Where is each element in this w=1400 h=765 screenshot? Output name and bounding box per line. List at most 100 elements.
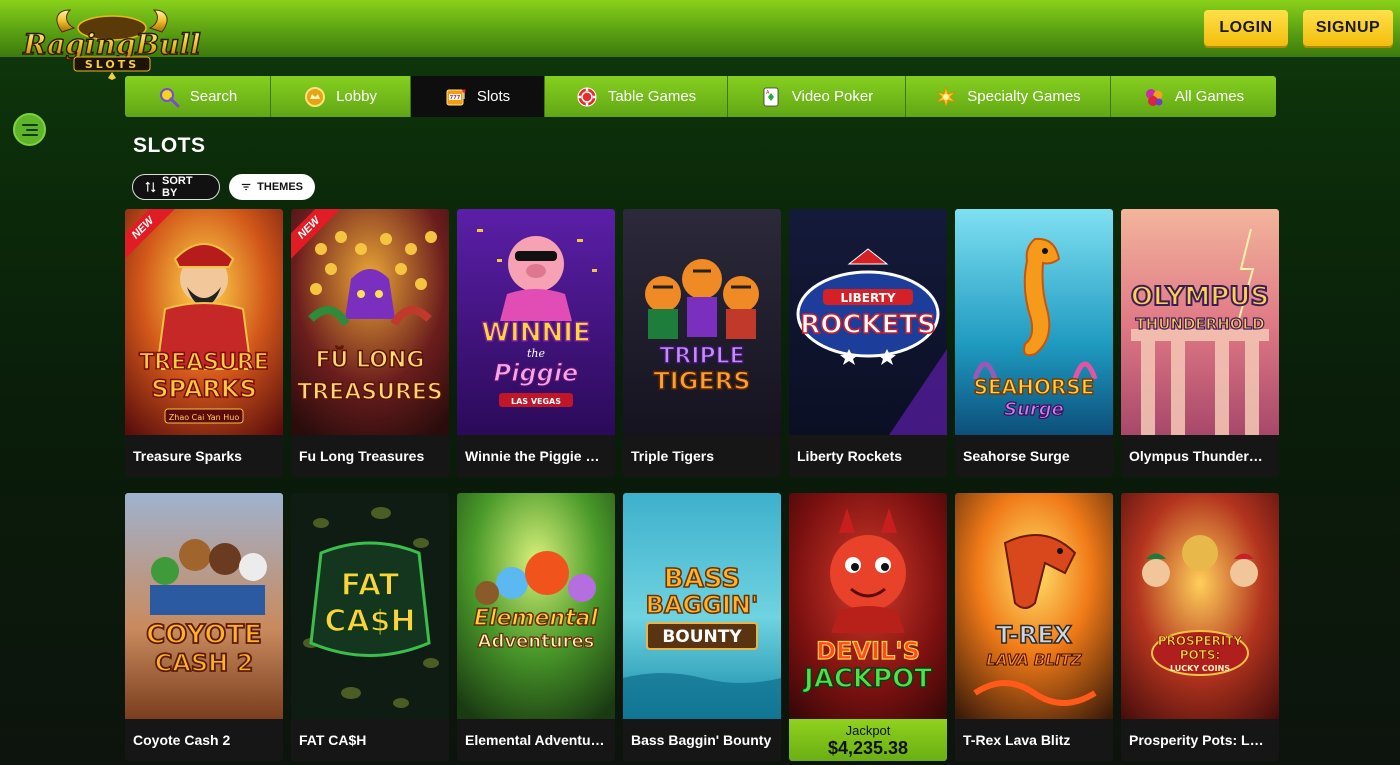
nav-item-all-games[interactable]: All Games: [1111, 76, 1276, 117]
svg-text:TRIPLE: TRIPLE: [659, 344, 744, 369]
svg-text:Surge: Surge: [1004, 399, 1064, 420]
svg-text:LUCKY COINS: LUCKY COINS: [1170, 664, 1230, 673]
side-menu-toggle[interactable]: [13, 113, 46, 146]
nav-label: Slots: [476, 88, 511, 105]
themes-filter-button[interactable]: THEMES: [229, 174, 315, 200]
game-card-coyote-cash-2[interactable]: COYOTE CASH 2 Coyote Cash 2: [125, 493, 283, 761]
nav-label: Specialty Games: [967, 88, 1081, 105]
game-title: Liberty Rockets: [789, 435, 947, 477]
menu-line-icon: [25, 128, 38, 131]
search-icon: [159, 87, 180, 107]
svg-text:BASS: BASS: [664, 564, 740, 594]
game-card-elemental-adventures[interactable]: Elemental Adventures Elemental Adventure…: [457, 493, 615, 761]
nav-item-video-poker[interactable]: A Video Poker: [728, 76, 906, 117]
nav-label: Search: [189, 88, 238, 105]
poker-chip-icon: [577, 87, 597, 106]
login-button[interactable]: LOGIN: [1204, 10, 1288, 46]
game-category-nav: Search Lobby 777 Slots Table Games A Vid…: [125, 76, 1276, 117]
game-card-olympus-thunderhold[interactable]: OLYMPUS THUNDERHOLD Olympus Thunderhold: [1121, 209, 1279, 477]
menu-line-icon: [21, 123, 38, 126]
svg-text:CASH 2: CASH 2: [155, 649, 254, 677]
game-card-triple-tigers[interactable]: TRIPLE TIGERS Triple Tigers: [623, 209, 781, 477]
game-thumbnail[interactable]: OLYMPUS THUNDERHOLD: [1121, 209, 1279, 435]
game-title: Seahorse Surge: [955, 435, 1113, 477]
game-title: T-Rex Lava Blitz: [955, 719, 1113, 761]
game-card-fu-long-treasures[interactable]: FŬ LONG TREASURES NEW Fu Long Treasures: [291, 209, 449, 477]
game-thumbnail[interactable]: WINNIE the Piggie LAS VEGAS: [457, 209, 615, 435]
nav-label: Video Poker: [791, 88, 874, 105]
svg-text:DEVIL'S: DEVIL'S: [816, 637, 920, 665]
nav-item-search[interactable]: Search: [125, 76, 271, 117]
game-title: Bass Baggin' Bounty: [623, 719, 781, 761]
signup-button[interactable]: SIGNUP: [1303, 10, 1393, 46]
game-thumbnail[interactable]: T-REX LAVA BLITZ: [955, 493, 1113, 719]
svg-text:A: A: [766, 90, 770, 96]
game-title: Prosperity Pots: Luc...: [1121, 719, 1279, 761]
game-title: Elemental Adventures: [457, 719, 615, 761]
game-thumbnail[interactable]: FŬ LONG TREASURES NEW: [291, 209, 449, 435]
game-thumbnail[interactable]: PROSPERITY POTS: LUCKY COINS: [1121, 493, 1279, 719]
game-card-treasure-sparks[interactable]: TREASURE SPARKS Zhao Cai Yan Huo NEW Tre…: [125, 209, 283, 477]
game-card-seahorse-surge[interactable]: SEAHORSE Surge Seahorse Surge: [955, 209, 1113, 477]
nav-item-lobby[interactable]: Lobby: [271, 76, 411, 117]
game-thumbnail[interactable]: TREASURE SPARKS Zhao Cai Yan Huo NEW: [125, 209, 283, 435]
nav-item-table-games[interactable]: Table Games: [545, 76, 728, 117]
svg-text:Adventures: Adventures: [478, 631, 595, 652]
game-thumbnail[interactable]: TRIPLE TIGERS: [623, 209, 781, 435]
nav-label: Table Games: [607, 88, 697, 105]
svg-text:COYOTE: COYOTE: [146, 620, 262, 650]
svg-text:TREASURE: TREASURE: [139, 350, 269, 375]
sort-by-button[interactable]: SORT BY: [132, 174, 220, 200]
game-row: COYOTE CASH 2 Coyote Cash 2 FAT CA$H FAT…: [125, 493, 1279, 761]
svg-text:PROSPERITY: PROSPERITY: [1158, 634, 1243, 648]
svg-text:Elemental: Elemental: [474, 606, 598, 631]
game-thumbnail[interactable]: LIBERTY ROCKETS: [789, 209, 947, 435]
svg-text:JACKPOT: JACKPOT: [802, 664, 932, 694]
nav-label: All Games: [1174, 88, 1245, 105]
svg-text:POTS:: POTS:: [1180, 648, 1221, 662]
svg-text:RagingBull: RagingBull: [22, 28, 201, 61]
game-card-devils-jackpot[interactable]: DEVIL'S JACKPOT Jackpot $4,235.38: [789, 493, 947, 761]
game-title: Treasure Sparks: [125, 435, 283, 477]
game-card-winnie-the-piggie[interactable]: WINNIE the Piggie LAS VEGAS Winnie the P…: [457, 209, 615, 477]
slot-machine-icon: 777: [446, 88, 466, 105]
game-title: Fu Long Treasures: [291, 435, 449, 477]
jackpot-label: Jackpot: [845, 723, 891, 738]
game-thumbnail[interactable]: COYOTE CASH 2: [125, 493, 283, 719]
svg-text:THUNDERHOLD: THUNDERHOLD: [1135, 315, 1264, 333]
svg-text:TIGERS: TIGERS: [653, 367, 750, 395]
svg-text:BOUNTY: BOUNTY: [662, 627, 742, 647]
game-thumbnail[interactable]: Elemental Adventures: [457, 493, 615, 719]
raging-bull-logo[interactable]: RagingBull SLOTS: [12, 6, 212, 80]
nav-item-specialty-games[interactable]: Specialty Games: [906, 76, 1111, 117]
svg-text:Zhao Cai Yan Huo: Zhao Cai Yan Huo: [169, 413, 240, 422]
lobby-icon: [305, 86, 326, 107]
game-thumbnail[interactable]: DEVIL'S JACKPOT: [789, 493, 947, 719]
game-title: Coyote Cash 2: [125, 719, 283, 761]
svg-text:ROCKETS: ROCKETS: [800, 310, 936, 340]
game-card-bass-baggin-bounty[interactable]: BASS BAGGIN' BOUNTY Bass Baggin' Bounty: [623, 493, 781, 761]
game-thumbnail[interactable]: SEAHORSE Surge: [955, 209, 1113, 435]
nav-item-slots[interactable]: 777 Slots: [411, 76, 545, 117]
game-card-fat-cash[interactable]: FAT CA$H FAT CA$H: [291, 493, 449, 761]
svg-text:LIBERTY: LIBERTY: [840, 291, 895, 305]
svg-text:CA$H: CA$H: [324, 604, 415, 639]
page-title: SLOTS: [133, 134, 206, 157]
nav-label: Lobby: [336, 88, 377, 105]
game-thumbnail[interactable]: BASS BAGGIN' BOUNTY: [623, 493, 781, 719]
filter-icon: [241, 183, 251, 191]
star-burst-icon: [936, 85, 957, 108]
game-card-t-rex-lava-blitz[interactable]: T-REX LAVA BLITZ T-Rex Lava Blitz: [955, 493, 1113, 761]
themes-label: THEMES: [257, 181, 303, 193]
game-thumbnail[interactable]: FAT CA$H: [291, 493, 449, 719]
menu-line-icon: [21, 133, 38, 136]
sort-by-label: SORT BY: [162, 175, 193, 199]
game-card-liberty-rockets[interactable]: LIBERTY ROCKETS Liberty Rockets: [789, 209, 947, 477]
game-title: Triple Tigers: [623, 435, 781, 477]
svg-text:FAT: FAT: [341, 568, 400, 603]
playing-card-icon: A: [763, 87, 779, 106]
jackpot-display: Jackpot $4,235.38: [789, 719, 947, 761]
game-card-prosperity-pots[interactable]: PROSPERITY POTS: LUCKY COINS Prosperity …: [1121, 493, 1279, 761]
svg-text:WINNIE: WINNIE: [481, 318, 590, 348]
svg-text:SLOTS: SLOTS: [85, 58, 139, 71]
